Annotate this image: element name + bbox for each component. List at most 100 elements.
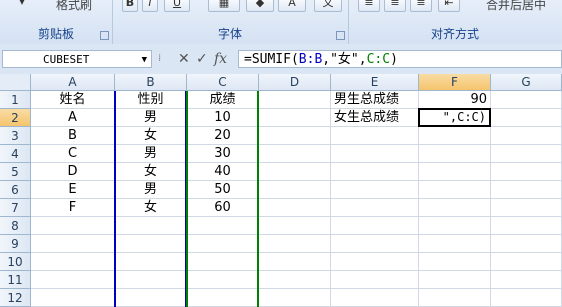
- cell-e2[interactable]: 女生总成绩: [331, 109, 419, 127]
- cell-a1[interactable]: 姓名: [31, 91, 115, 109]
- border-button[interactable]: ▦: [208, 0, 240, 12]
- cell-b5[interactable]: 女: [115, 163, 187, 181]
- row-header-7[interactable]: 7: [0, 199, 31, 217]
- column-header-d[interactable]: D: [259, 74, 331, 91]
- row-header-2[interactable]: 2: [0, 109, 31, 127]
- select-all-corner[interactable]: [0, 74, 31, 91]
- resize-handle-icon[interactable]: ⁞: [158, 50, 161, 68]
- cell-b7[interactable]: 女: [115, 199, 187, 217]
- cell-f4[interactable]: [419, 145, 491, 163]
- cell-f12[interactable]: [419, 289, 491, 307]
- paste-dropdown-icon[interactable]: ▾: [14, 0, 30, 10]
- cell-d6[interactable]: [259, 181, 331, 199]
- cell-f7[interactable]: [419, 199, 491, 217]
- cell-b8[interactable]: [115, 217, 187, 235]
- cell-e8[interactable]: [331, 217, 419, 235]
- row-header-5[interactable]: 5: [0, 163, 31, 181]
- align-left-button[interactable]: ≡: [358, 0, 380, 12]
- bold-button[interactable]: B: [122, 0, 138, 12]
- cell-e10[interactable]: [331, 253, 419, 271]
- cell-g10[interactable]: [491, 253, 562, 271]
- cell-d2[interactable]: [259, 109, 331, 127]
- enter-icon[interactable]: ✓: [196, 50, 208, 68]
- cell-e5[interactable]: [331, 163, 419, 181]
- cell-b4[interactable]: 男: [115, 145, 187, 163]
- cell-a2[interactable]: A: [31, 109, 115, 127]
- cell-f3[interactable]: [419, 127, 491, 145]
- cell-e7[interactable]: [331, 199, 419, 217]
- cell-a10[interactable]: [31, 253, 115, 271]
- column-header-b[interactable]: B: [115, 74, 187, 91]
- active-cell-editor[interactable]: ",C:C): [418, 108, 491, 127]
- cell-g3[interactable]: [491, 127, 562, 145]
- cell-d8[interactable]: [259, 217, 331, 235]
- cell-d11[interactable]: [259, 271, 331, 289]
- cell-d7[interactable]: [259, 199, 331, 217]
- row-header-11[interactable]: 11: [0, 271, 31, 289]
- cell-a9[interactable]: [31, 235, 115, 253]
- column-header-g[interactable]: G: [491, 74, 562, 91]
- cell-f11[interactable]: [419, 271, 491, 289]
- cell-c4[interactable]: 30: [187, 145, 259, 163]
- cell-g8[interactable]: [491, 217, 562, 235]
- cell-d10[interactable]: [259, 253, 331, 271]
- cell-f9[interactable]: [419, 235, 491, 253]
- name-box[interactable]: CUBESET ▼: [2, 50, 152, 68]
- cell-c6[interactable]: 50: [187, 181, 259, 199]
- merge-center-button[interactable]: 合并后居中: [486, 0, 546, 13]
- italic-button[interactable]: I: [142, 0, 158, 12]
- font-launcher-icon[interactable]: [336, 31, 345, 40]
- cell-c12[interactable]: [187, 289, 259, 307]
- cell-c5[interactable]: 40: [187, 163, 259, 181]
- cell-a12[interactable]: [31, 289, 115, 307]
- cell-c1[interactable]: 成绩: [187, 91, 259, 109]
- cell-a11[interactable]: [31, 271, 115, 289]
- cell-f1[interactable]: 90: [419, 91, 491, 109]
- row-header-10[interactable]: 10: [0, 253, 31, 271]
- cell-e3[interactable]: [331, 127, 419, 145]
- cell-c10[interactable]: [187, 253, 259, 271]
- cell-b11[interactable]: [115, 271, 187, 289]
- cell-f10[interactable]: [419, 253, 491, 271]
- fill-color-button[interactable]: ◆: [246, 0, 274, 12]
- cell-d3[interactable]: [259, 127, 331, 145]
- cell-c8[interactable]: [187, 217, 259, 235]
- cell-a4[interactable]: C: [31, 145, 115, 163]
- row-header-9[interactable]: 9: [0, 235, 31, 253]
- cell-a7[interactable]: F: [31, 199, 115, 217]
- cell-b3[interactable]: 女: [115, 127, 187, 145]
- cell-f8[interactable]: [419, 217, 491, 235]
- format-painter-button[interactable]: 格式刷: [56, 0, 92, 13]
- cell-a3[interactable]: B: [31, 127, 115, 145]
- font-color-button[interactable]: A: [278, 0, 306, 12]
- cell-c2[interactable]: 10: [187, 109, 259, 127]
- row-header-8[interactable]: 8: [0, 217, 31, 235]
- row-header-3[interactable]: 3: [0, 127, 31, 145]
- cell-b9[interactable]: [115, 235, 187, 253]
- cell-b12[interactable]: [115, 289, 187, 307]
- cell-g4[interactable]: [491, 145, 562, 163]
- cell-c11[interactable]: [187, 271, 259, 289]
- indent-button[interactable]: ⇤: [438, 0, 460, 12]
- cell-b10[interactable]: [115, 253, 187, 271]
- cell-g6[interactable]: [491, 181, 562, 199]
- cell-e11[interactable]: [331, 271, 419, 289]
- column-header-f[interactable]: F: [419, 74, 491, 91]
- cell-a5[interactable]: D: [31, 163, 115, 181]
- row-header-6[interactable]: 6: [0, 181, 31, 199]
- cell-e4[interactable]: [331, 145, 419, 163]
- cell-f5[interactable]: [419, 163, 491, 181]
- chevron-down-icon[interactable]: ▼: [142, 51, 147, 69]
- row-header-1[interactable]: 1: [0, 91, 31, 109]
- cell-c3[interactable]: 20: [187, 127, 259, 145]
- cell-e1[interactable]: 男生总成绩: [331, 91, 419, 109]
- cell-g11[interactable]: [491, 271, 562, 289]
- cell-g12[interactable]: [491, 289, 562, 307]
- row-header-12[interactable]: 12: [0, 289, 31, 307]
- cell-g9[interactable]: [491, 235, 562, 253]
- cell-b6[interactable]: 男: [115, 181, 187, 199]
- align-center-button[interactable]: ≡: [384, 0, 406, 12]
- cell-d5[interactable]: [259, 163, 331, 181]
- insert-function-icon[interactable]: fx: [214, 50, 227, 68]
- column-header-c[interactable]: C: [187, 74, 259, 91]
